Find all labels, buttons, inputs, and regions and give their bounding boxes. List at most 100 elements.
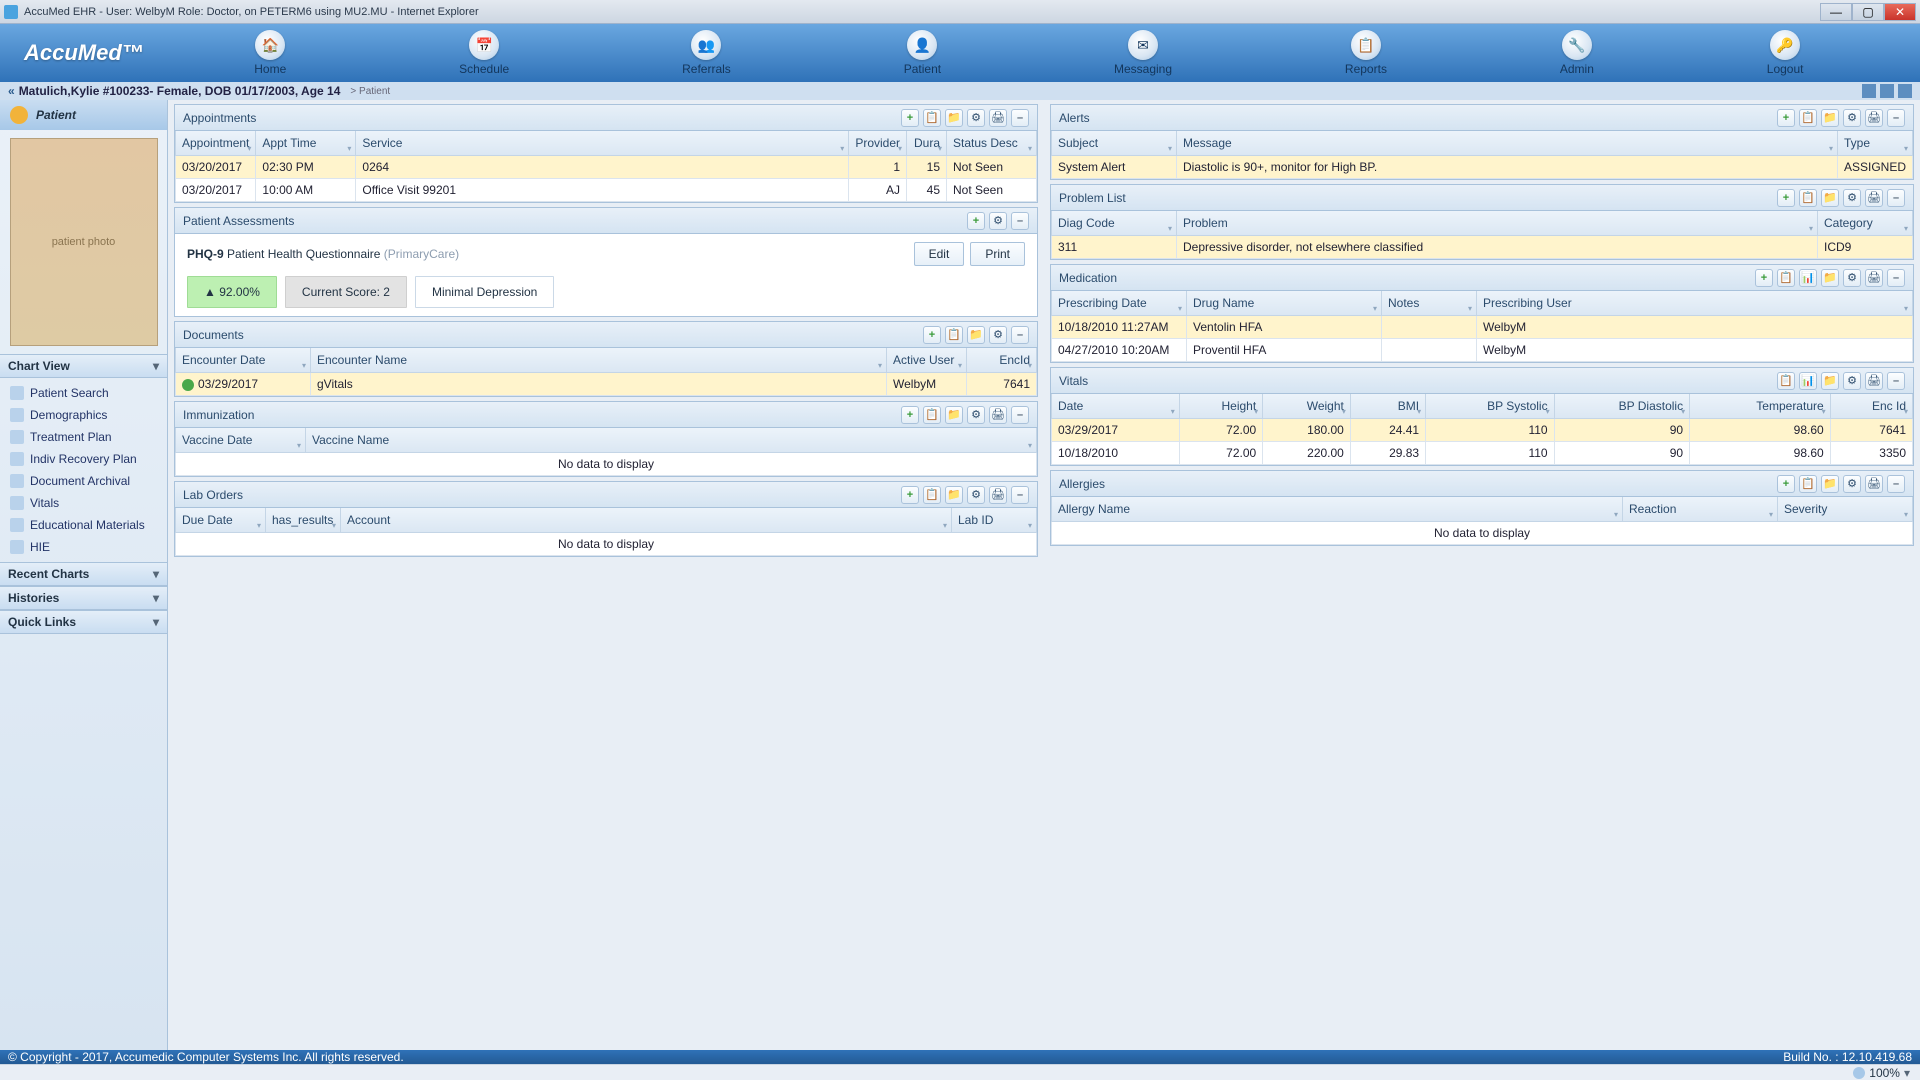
filter-icon[interactable]: ▾ — [297, 441, 301, 450]
table-row[interactable]: 10/18/2010 11:27AMVentolin HFAWelbyM — [1052, 316, 1913, 339]
copy-icon[interactable]: 📋 — [1799, 189, 1817, 207]
col-header[interactable]: Vaccine Name▾ — [306, 428, 1037, 453]
print-icon[interactable]: 🖨 — [1865, 372, 1883, 390]
col-header[interactable]: Account▾ — [341, 508, 952, 533]
filter-icon[interactable]: ▾ — [302, 361, 306, 370]
table-row[interactable]: 03/20/201702:30 PM0264115Not Seen — [176, 156, 1037, 179]
col-header[interactable]: Height▾ — [1179, 394, 1262, 419]
sidebar-link-vitals[interactable]: Vitals — [0, 492, 167, 514]
close-button[interactable]: ✕ — [1884, 3, 1916, 21]
filter-icon[interactable]: ▾ — [1681, 407, 1685, 416]
min-icon[interactable]: – — [1887, 475, 1905, 493]
min-icon[interactable]: – — [1011, 486, 1029, 504]
filter-icon[interactable]: ▾ — [1829, 144, 1833, 153]
print-button[interactable]: Print — [970, 242, 1025, 266]
sidebar-section-quick-links[interactable]: Quick Links▾ — [0, 610, 167, 634]
copy-icon[interactable]: 📋 — [1777, 269, 1795, 287]
print-icon[interactable]: 🖨 — [989, 109, 1007, 127]
gear-icon[interactable]: ⚙ — [1843, 109, 1861, 127]
table-row[interactable]: System AlertDiastolic is 90+, monitor fo… — [1052, 156, 1913, 179]
col-header[interactable]: Problem▾ — [1177, 211, 1818, 236]
folder-icon[interactable]: 📁 — [945, 109, 963, 127]
add-icon[interactable]: + — [1755, 269, 1773, 287]
add-icon[interactable]: + — [1777, 475, 1795, 493]
folder-icon[interactable]: 📁 — [945, 486, 963, 504]
col-header[interactable]: Notes▾ — [1382, 291, 1477, 316]
filter-icon[interactable]: ▾ — [347, 144, 351, 153]
nav-logout[interactable]: 🔑Logout — [1767, 30, 1804, 76]
maximize-button[interactable]: ▢ — [1852, 3, 1884, 21]
filter-icon[interactable]: ▾ — [1028, 441, 1032, 450]
table-row[interactable]: 03/29/201772.00180.0024.411109098.607641 — [1052, 419, 1913, 442]
nav-home[interactable]: 🏠Home — [254, 30, 286, 76]
sidebar-link-treatment-plan[interactable]: Treatment Plan — [0, 426, 167, 448]
gear-icon[interactable]: ⚙ — [967, 406, 985, 424]
col-header[interactable]: Appointment▾ — [176, 131, 256, 156]
folder-icon[interactable]: 📁 — [1821, 372, 1839, 390]
min-icon[interactable]: – — [1011, 212, 1029, 230]
col-header[interactable]: Service▾ — [356, 131, 849, 156]
sidebar-link-indiv-recovery-plan[interactable]: Indiv Recovery Plan — [0, 448, 167, 470]
table-row[interactable]: 311Depressive disorder, not elsewhere cl… — [1052, 236, 1913, 259]
col-header[interactable]: Drug Name▾ — [1187, 291, 1382, 316]
filter-icon[interactable]: ▾ — [332, 521, 336, 530]
nav-reports[interactable]: 📋Reports — [1345, 30, 1387, 76]
min-icon[interactable]: – — [1011, 406, 1029, 424]
banner-icon-1[interactable] — [1862, 84, 1876, 98]
col-header[interactable]: Lab ID▾ — [952, 508, 1037, 533]
col-header[interactable]: Severity▾ — [1778, 497, 1913, 522]
filter-icon[interactable]: ▾ — [1417, 407, 1421, 416]
col-header[interactable]: Allergy Name▾ — [1052, 497, 1623, 522]
print-icon[interactable]: 🖨 — [1865, 269, 1883, 287]
folder-icon[interactable]: 📁 — [1821, 109, 1839, 127]
sidebar-link-document-archival[interactable]: Document Archival — [0, 470, 167, 492]
filter-icon[interactable]: ▾ — [943, 521, 947, 530]
table-row[interactable]: 04/27/2010 10:20AMProventil HFAWelbyM — [1052, 339, 1913, 362]
col-header[interactable]: Prescribing User▾ — [1477, 291, 1913, 316]
col-header[interactable]: BMI▾ — [1350, 394, 1425, 419]
col-header[interactable]: Encounter Name▾ — [311, 348, 887, 373]
col-header[interactable]: Enc Id▾ — [1830, 394, 1912, 419]
filter-icon[interactable]: ▾ — [1904, 407, 1908, 416]
min-icon[interactable]: – — [1887, 269, 1905, 287]
filter-icon[interactable]: ▾ — [1769, 510, 1773, 519]
nav-schedule[interactable]: 📅Schedule — [459, 30, 509, 76]
filter-icon[interactable]: ▾ — [1904, 224, 1908, 233]
gear-icon[interactable]: ⚙ — [967, 486, 985, 504]
folder-icon[interactable]: 📁 — [967, 326, 985, 344]
filter-icon[interactable]: ▾ — [247, 144, 251, 153]
col-header[interactable]: Appt Time▾ — [256, 131, 356, 156]
banner-icon-3[interactable] — [1898, 84, 1912, 98]
sidebar-section-histories[interactable]: Histories▾ — [0, 586, 167, 610]
sidebar-section-recent-charts[interactable]: Recent Charts▾ — [0, 562, 167, 586]
col-header[interactable]: Encounter Date▾ — [176, 348, 311, 373]
add-icon[interactable]: + — [923, 326, 941, 344]
filter-icon[interactable]: ▾ — [1904, 510, 1908, 519]
folder-icon[interactable]: 📁 — [945, 406, 963, 424]
filter-icon[interactable]: ▾ — [898, 144, 902, 153]
add-icon[interactable]: + — [901, 406, 919, 424]
col-header[interactable]: Active User▾ — [887, 348, 967, 373]
filter-icon[interactable]: ▾ — [878, 361, 882, 370]
table-row[interactable]: 10/18/201072.00220.0029.831109098.603350 — [1052, 442, 1913, 465]
print-icon[interactable]: 🖨 — [1865, 475, 1883, 493]
add-icon[interactable]: + — [967, 212, 985, 230]
col-header[interactable]: has_results▾ — [266, 508, 341, 533]
col-header[interactable]: Subject▾ — [1052, 131, 1177, 156]
filter-icon[interactable]: ▾ — [1904, 144, 1908, 153]
filter-icon[interactable]: ▾ — [1468, 304, 1472, 313]
filter-icon[interactable]: ▾ — [958, 361, 962, 370]
copy-icon[interactable]: 📋 — [1799, 475, 1817, 493]
col-header[interactable]: Date▾ — [1052, 394, 1180, 419]
gear-icon[interactable]: ⚙ — [1843, 475, 1861, 493]
nav-admin[interactable]: 🔧Admin — [1560, 30, 1594, 76]
filter-icon[interactable]: ▾ — [1614, 510, 1618, 519]
add-icon[interactable]: + — [1777, 109, 1795, 127]
col-header[interactable]: BP Diastolic▾ — [1554, 394, 1690, 419]
add-icon[interactable]: + — [901, 486, 919, 504]
sidebar-link-educational-materials[interactable]: Educational Materials — [0, 514, 167, 536]
copy-icon[interactable]: 📋 — [923, 109, 941, 127]
folder-icon[interactable]: 📁 — [1821, 475, 1839, 493]
col-header[interactable]: Vaccine Date▾ — [176, 428, 306, 453]
gear-icon[interactable]: ⚙ — [1843, 372, 1861, 390]
